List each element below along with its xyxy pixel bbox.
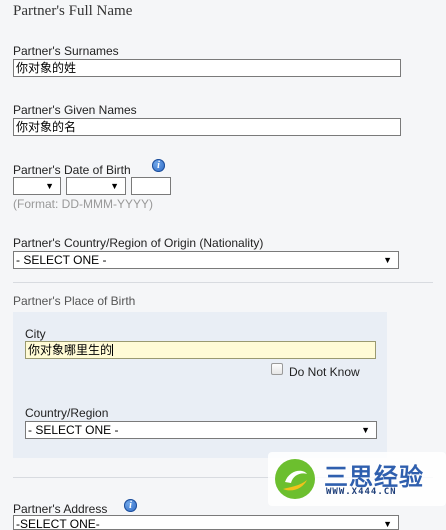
dob-month-select[interactable]: ▼ — [66, 177, 126, 195]
nationality-label: Partner's Country/Region of Origin (Nati… — [13, 236, 264, 250]
surnames-label: Partner's Surnames — [13, 44, 119, 58]
dropdown-arrow-icon: ▼ — [361, 425, 370, 435]
city-label: City — [25, 327, 46, 341]
watermark-url: WWW.X444.CN — [326, 487, 397, 497]
do-not-know-label[interactable]: Do Not Know — [289, 365, 360, 379]
info-icon[interactable]: i — [152, 159, 165, 172]
surnames-input[interactable]: 你对象的姓 — [13, 59, 401, 77]
nationality-selected: - SELECT ONE - — [16, 253, 107, 267]
address-select[interactable]: -SELECT ONE- ▼ — [13, 515, 399, 530]
dob-year-input[interactable] — [131, 177, 171, 195]
dropdown-arrow-icon: ▼ — [383, 255, 392, 265]
country-label: Country/Region — [25, 406, 109, 420]
watermark-logo-icon — [275, 459, 315, 499]
do-not-know-checkbox[interactable] — [271, 363, 283, 375]
country-selected: - SELECT ONE - — [28, 423, 119, 437]
section-title-full-name: Partner's Full Name — [13, 3, 133, 19]
city-value: 你对象哪里生的 — [28, 343, 113, 357]
dropdown-arrow-icon: ▼ — [383, 519, 392, 529]
text-cursor — [112, 344, 114, 356]
dropdown-arrow-icon: ▼ — [45, 181, 54, 191]
dropdown-arrow-icon: ▼ — [110, 181, 119, 191]
info-icon[interactable]: i — [124, 499, 137, 512]
address-selected: -SELECT ONE- — [16, 517, 100, 530]
country-select[interactable]: - SELECT ONE - ▼ — [25, 421, 377, 439]
divider — [13, 282, 433, 283]
nationality-select[interactable]: - SELECT ONE - ▼ — [13, 251, 399, 269]
dob-label: Partner's Date of Birth — [13, 163, 131, 177]
dob-day-select[interactable]: ▼ — [13, 177, 61, 195]
city-input[interactable]: 你对象哪里生的 — [25, 341, 376, 359]
place-of-birth-title: Partner's Place of Birth — [13, 294, 136, 308]
given-names-input[interactable]: 你对象的名 — [13, 118, 401, 136]
address-label: Partner's Address — [13, 502, 108, 516]
given-names-label: Partner's Given Names — [13, 103, 137, 117]
dob-format-hint: (Format: DD-MMM-YYYY) — [13, 197, 153, 211]
watermark: 三思经验 WWW.X444.CN — [268, 452, 446, 506]
